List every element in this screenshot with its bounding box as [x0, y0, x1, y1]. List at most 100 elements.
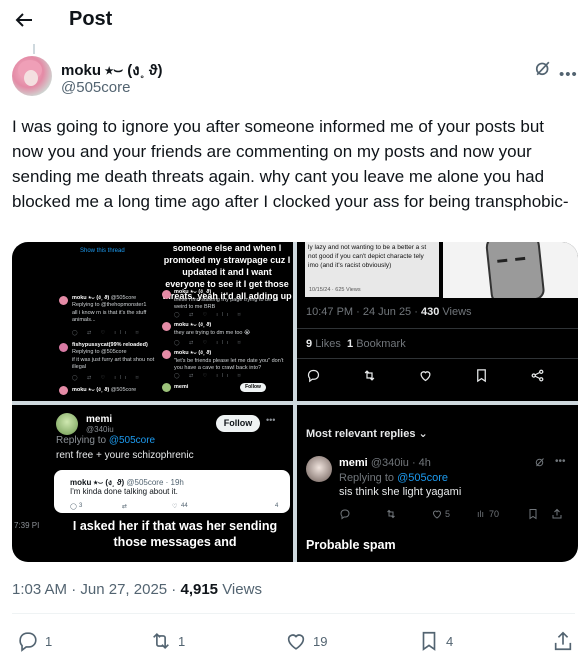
mini-name: moku ⭑⌣ (ง˳ ϑ): [174, 289, 211, 296]
follow-button-image: Follow: [216, 415, 260, 432]
more-options-icon: •••: [266, 415, 276, 425]
mini-text: if it was just furry art that shou not i…: [72, 357, 155, 370]
most-relevant-replies: Most relevant replies ⌄: [306, 427, 428, 440]
repost-icon: [387, 509, 395, 519]
divider: [297, 328, 578, 329]
mini-name: memi: [174, 384, 188, 391]
media-grid[interactable]: Show this thread someone else and when I…: [12, 242, 578, 562]
share-button[interactable]: [552, 630, 574, 652]
back-arrow-icon[interactable]: [12, 8, 36, 32]
probable-spam-label: Probable spam: [306, 538, 396, 552]
views-label: Views: [222, 581, 262, 598]
views-count: 430: [420, 306, 440, 318]
reply-views-count: 70: [489, 509, 500, 519]
image-caption: I asked her if that was her sending thos…: [72, 519, 278, 549]
mini-name: fishypussycat(99% reloaded): [72, 342, 148, 349]
reply-author-name: memi: [339, 457, 368, 469]
reply-button[interactable]: 1: [17, 630, 52, 652]
views-count: 4,915: [180, 581, 219, 598]
mini-action-bar: 5 ılı 70: [339, 508, 574, 522]
mini-reply: Replying to @thehopmonster1: [72, 302, 147, 308]
quoted-snippet: ly lazy and not wanting to be a better a…: [305, 242, 439, 297]
media-image-4[interactable]: Most relevant replies ⌄ memi @340iu · 4h…: [297, 405, 578, 562]
mini-name: moku ⭑⌣ (ง˳ ϑ): [174, 350, 211, 357]
card-repost-icon: ⇄: [122, 504, 128, 510]
media-image-3[interactable]: memi @340iu Follow ••• Replying to @505c…: [12, 405, 293, 562]
reply-author-handle: @340iu: [86, 425, 114, 434]
share-icon: [554, 631, 572, 651]
reply-author-handle: @340iu · 4h: [370, 457, 431, 469]
bookmark-icon: [529, 509, 537, 520]
card-reply-icon: ◯: [70, 504, 77, 510]
npc-meme-image: [443, 242, 578, 298]
post-timestamp: 10:47 PM · 24 Jun 25 · 430 Views: [306, 306, 472, 318]
grok-icon[interactable]: [533, 58, 553, 78]
bookmark-button[interactable]: 4: [418, 630, 453, 652]
repost-icon: [153, 632, 169, 650]
thread-connector-line: [33, 44, 35, 54]
snippet-text: ly lazy and not wanting to be a better a…: [308, 244, 427, 269]
npc-head: [484, 242, 546, 298]
card-views-count: 4: [275, 503, 279, 509]
mini-name: moku ⭑⌣ (ง˳ ϑ): [174, 322, 211, 329]
author-handle[interactable]: @505core: [61, 79, 130, 96]
more-options-icon[interactable]: •••: [559, 66, 578, 83]
share-icon: [531, 369, 544, 382]
card-likes-count: 44: [181, 503, 188, 509]
mini-text: they are trying to dm me too 😭: [174, 330, 251, 336]
repost-button[interactable]: 1: [150, 630, 185, 652]
mini-avatar: [306, 456, 332, 482]
mini-action-bar: [306, 368, 566, 384]
bookmark-label: Bookmark: [356, 338, 406, 350]
like-icon: [287, 634, 305, 650]
engagement-stats: 9 Likes 1 Bookmark: [306, 338, 406, 350]
views-label: Views: [442, 306, 472, 318]
more-options-icon: •••: [555, 456, 566, 467]
mini-actions: ◯ ⇄ ♡ ılı ⌑: [174, 340, 245, 346]
media-image-1[interactable]: Show this thread someone else and when I…: [12, 242, 293, 401]
reply-author-name: memi: [86, 414, 113, 425]
mini-actions: ◯ ⇄ ♡ ılı ⌑: [72, 375, 143, 381]
likes-label: Likes: [315, 338, 341, 350]
mini-handle: @505core: [110, 387, 137, 393]
card-replies-count: 3: [79, 503, 83, 509]
card-handle: @505core · 19h: [126, 478, 184, 487]
show-thread-link: Show this thread: [80, 248, 125, 254]
like-button[interactable]: 19: [285, 630, 327, 652]
reply-likes-count: 5: [445, 509, 451, 519]
avatar[interactable]: [12, 56, 52, 96]
mini-actions: ◯ ⇄ ♡ ılı ⌑: [174, 373, 245, 379]
replying-label: Replying to: [56, 435, 109, 446]
mini-reply: Replying to @505core: [72, 349, 127, 355]
reply-text: sis think she light yagami: [339, 486, 462, 498]
card-name: moku ⭑⌣ (ง˳ ϑ): [70, 478, 125, 487]
replying-handle: @505core: [108, 435, 156, 446]
mini-actions: ◯ ⇄ ♡ ılı ⌑: [72, 330, 143, 336]
mini-avatar: [59, 386, 68, 395]
bookmark-icon: [477, 369, 486, 383]
post-time[interactable]: 1:03 AM: [12, 581, 67, 598]
mini-handle: @505core: [110, 295, 137, 301]
media-image-2[interactable]: ly lazy and not wanting to be a better a…: [297, 242, 578, 401]
replying-to: Replying to @505core: [339, 472, 448, 484]
mini-avatar: [162, 383, 171, 392]
reply-icon: [19, 632, 37, 652]
card-text: I'm kinda done talking about it.: [70, 487, 178, 496]
card-like-icon: ♡: [172, 504, 178, 510]
mini-avatar: [59, 296, 68, 305]
post-date[interactable]: Jun 27, 2025: [80, 581, 167, 598]
mini-follow-button: Follow: [240, 383, 266, 392]
mini-avatar: [162, 322, 171, 331]
bookmark-count: 4: [446, 633, 454, 649]
like-count: 19: [313, 633, 328, 649]
video-timestamp: 7:39 PI: [14, 521, 40, 530]
mini-avatar: [162, 290, 171, 299]
bookmark-count: 1: [347, 338, 354, 350]
like-icon: [420, 371, 431, 382]
repost-icon: [364, 370, 375, 381]
likes-count: 9: [306, 338, 313, 350]
reply-icon: [307, 369, 320, 383]
snippet-date: 10/15/24 · 625 Views: [309, 287, 361, 293]
replying-label: Replying to: [339, 472, 398, 484]
mini-name-text: fishypussycat(99% reloaded): [72, 342, 148, 348]
